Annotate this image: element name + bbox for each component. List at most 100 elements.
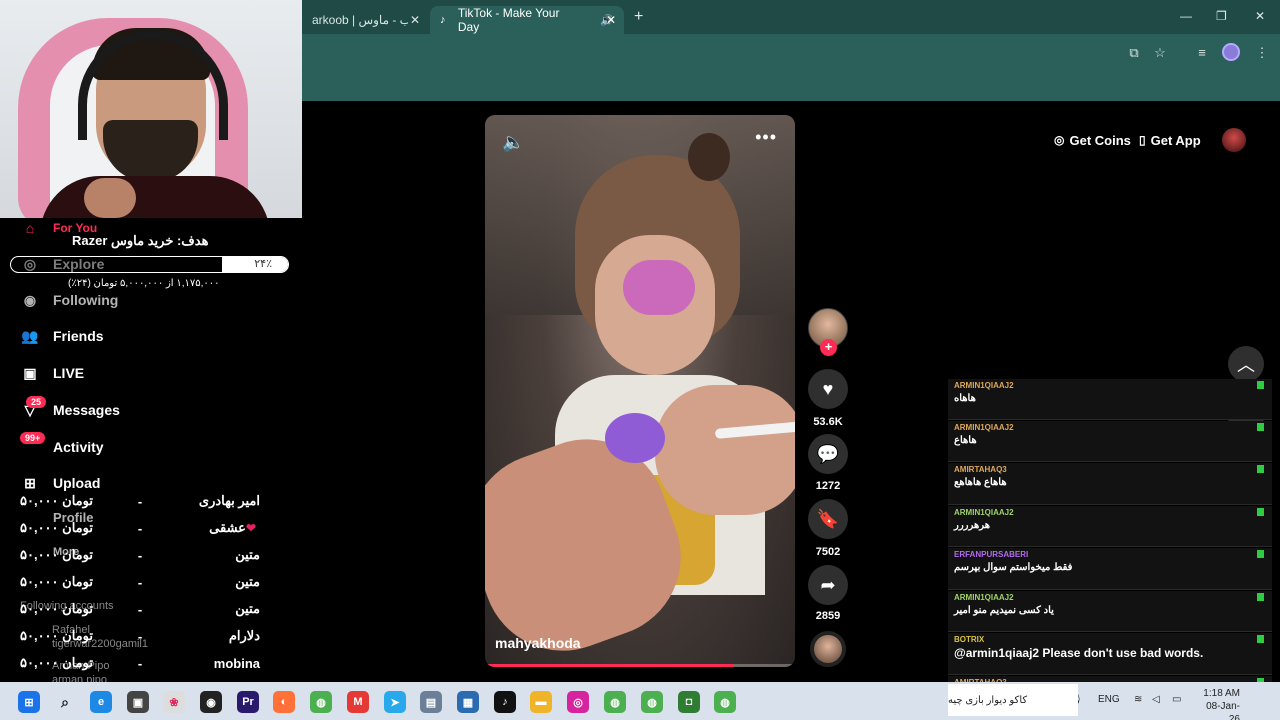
get-app-button[interactable]: ▯ Get App	[1139, 131, 1201, 149]
new-tab-button[interactable]: +	[634, 8, 643, 26]
kick-badge-icon	[1257, 635, 1264, 643]
profile-avatar[interactable]	[1222, 43, 1240, 61]
more-options-icon[interactable]: •••	[755, 127, 777, 148]
kick-badge-icon	[1257, 465, 1264, 473]
save-button[interactable]: 🔖	[808, 499, 848, 539]
battery-icon[interactable]: ▭	[1172, 694, 1181, 705]
explorer-icon[interactable]: ▤	[420, 691, 442, 713]
store-icon[interactable]: ▣	[127, 691, 149, 713]
sidebar-item-label: Following	[53, 292, 119, 308]
heart-icon: ❤	[245, 521, 256, 535]
chat-text: هاهاه	[954, 393, 976, 404]
chrome-icon[interactable]: ◍	[714, 691, 736, 713]
donation-separator: -	[137, 493, 143, 509]
donation-row: ۵۰,۰۰۰ تومان - mobina	[20, 652, 260, 674]
sidebar-item-following[interactable]: ◉ Following	[20, 290, 118, 310]
share-button[interactable]: ➦	[808, 565, 848, 605]
chat-message: ARMIN1QIAAJ2 هاهاه	[948, 379, 1272, 420]
browser-toolbar: ⧉ ☆ ≡ ⋮	[302, 34, 1280, 70]
donor-name: متین	[235, 574, 260, 589]
video-author[interactable]: mahyakhoda	[495, 635, 581, 651]
get-coins-label: Get Coins	[1069, 132, 1131, 148]
bookmark-star-icon[interactable]: ☆	[1152, 45, 1168, 61]
tiktok-icon[interactable]: ♪	[494, 691, 516, 713]
sidebar-item-live[interactable]: ▣ LIVE	[20, 363, 84, 383]
chrome-icon[interactable]: ◍	[604, 691, 626, 713]
volume-icon[interactable]: 🔈	[502, 132, 524, 153]
kick-badge-icon	[1257, 508, 1264, 516]
wifi-icon[interactable]: ≋	[1134, 694, 1142, 705]
minimize-button[interactable]: —	[1180, 9, 1192, 23]
premiere-icon[interactable]: Pr	[237, 691, 259, 713]
comment-icon: 💬	[816, 443, 840, 464]
bookmark-icon: 🔖	[816, 508, 840, 529]
donor-name: امیر بهادری	[198, 493, 260, 508]
windows-start-icon[interactable]: ⊞	[18, 691, 40, 713]
media-control-icon[interactable]: ≡	[1194, 45, 1210, 61]
get-app-label: Get App	[1150, 132, 1201, 148]
chat-text: هاهاع	[954, 435, 977, 446]
language-indicator[interactable]: ENG	[1098, 694, 1120, 705]
tiktok-logo-icon: ♪	[440, 14, 446, 26]
chat-message: ARMIN1QIAAJ2 یاد کسی نمیدیم منو امیر	[948, 591, 1272, 632]
sidebar-item-label: Upload	[53, 475, 101, 491]
comment-button[interactable]: 💬	[808, 434, 848, 474]
chat-message: ARMIN1QIAAJ2 هاهاع	[948, 421, 1272, 462]
chat-message: AMIRTAHAQ3 هاهاع هاهاهع	[948, 463, 1272, 505]
sidebar-item-friends[interactable]: 👥 Friends	[20, 326, 104, 346]
close-tab-icon[interactable]: ✕	[606, 13, 616, 27]
calculator-icon[interactable]: ▦	[457, 691, 479, 713]
friends-icon: 👥	[21, 327, 39, 344]
app-icon[interactable]: ◘	[678, 691, 700, 713]
bookmark-bar	[302, 70, 1280, 101]
music-disc-icon[interactable]	[810, 631, 846, 667]
tab-tiktok[interactable]: ♪ TikTok - Make Your Day 🔊 ✕	[430, 6, 624, 34]
video-hand	[655, 385, 795, 515]
steam-icon[interactable]: ◉	[200, 691, 222, 713]
sidebar-item-label: Activity	[53, 439, 104, 455]
video-cap	[605, 413, 665, 463]
app-icon[interactable]: ❀	[163, 691, 185, 713]
menu-kebab-icon[interactable]: ⋮	[1254, 45, 1270, 61]
mega-icon[interactable]: M	[347, 691, 369, 713]
donation-amount: ۵۰,۰۰۰ تومان	[20, 601, 93, 616]
donation-separator: -	[137, 574, 143, 590]
edge-icon[interactable]: e	[90, 691, 112, 713]
donation-separator: -	[137, 628, 143, 644]
follow-plus-icon[interactable]: +	[820, 339, 837, 356]
tab-sarkoob[interactable]: arkoob | سرکوب - ماوس ✕	[302, 6, 428, 34]
chrome-icon[interactable]: ◍	[641, 691, 663, 713]
coin-icon: ◎	[1054, 133, 1065, 147]
clock[interactable]: 1:18 AM 08-Jan-26	[1200, 687, 1240, 720]
video-player[interactable]: 🔈 ••• mahyakhoda	[485, 115, 795, 667]
sidebar-item-label: Friends	[53, 328, 104, 344]
folder-icon[interactable]: ▬	[530, 691, 552, 713]
video-progress-bar[interactable]	[485, 664, 795, 667]
get-coins-button[interactable]: ◎ Get Coins	[1054, 131, 1131, 149]
tab-label: TikTok - Make Your Day	[457, 6, 560, 34]
close-window-button[interactable]: ✕	[1255, 9, 1265, 23]
clock-date: 08-Jan-26	[1206, 701, 1240, 720]
chat-username: ARMIN1QIAAJ2	[954, 381, 1014, 390]
donation-amount: ۵۰,۰۰۰ تومان	[20, 628, 93, 643]
video-face-paint	[623, 260, 695, 315]
search-icon[interactable]: ⌕	[54, 691, 76, 713]
windows-taskbar: ⊞ ⌕ e ▣ ❀ ◉ Pr ◐ ◍ M ➤ ▤ ▦ ♪ ▬ ◎ ◍ ◍ ◘ ◍…	[0, 682, 1280, 720]
telegram-icon[interactable]: ➤	[384, 691, 406, 713]
streamer-webcam	[0, 0, 302, 218]
user-avatar[interactable]	[1222, 128, 1246, 152]
maximize-button[interactable]: ❐	[1216, 9, 1227, 23]
chat-username: ERFANPURSABERI	[954, 550, 1029, 559]
like-count: 53.6K	[813, 416, 843, 428]
taskbar-search-box[interactable]: کاکو دیوار بازی چیه	[948, 684, 1078, 716]
chat-username: ARMIN1QIAAJ2	[954, 423, 1014, 432]
install-app-icon[interactable]: ⧉	[1126, 45, 1142, 61]
chrome-icon[interactable]: ◍	[310, 691, 332, 713]
previous-video-button[interactable]: ︿	[1228, 346, 1264, 382]
firefox-icon[interactable]: ◐	[273, 691, 295, 713]
donation-row: ۵۰,۰۰۰ تومان - عشقی ❤	[20, 517, 260, 539]
close-tab-icon[interactable]: ✕	[410, 13, 420, 27]
like-button[interactable]: ♥	[808, 369, 848, 409]
volume-icon[interactable]: ◁	[1152, 694, 1160, 705]
instagram-icon[interactable]: ◎	[567, 691, 589, 713]
